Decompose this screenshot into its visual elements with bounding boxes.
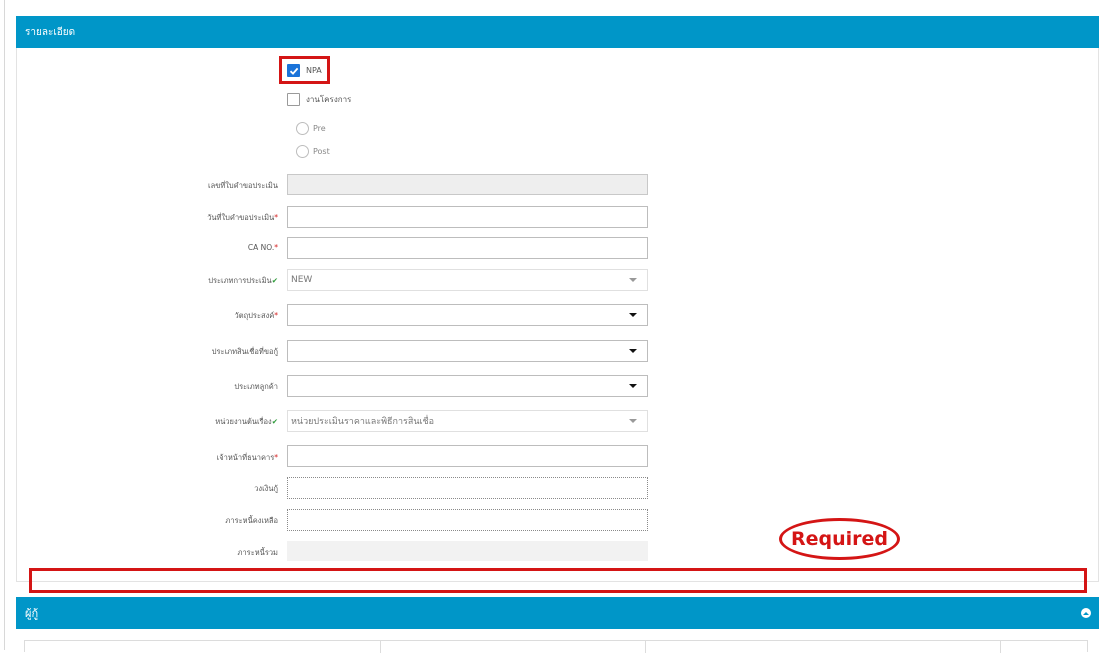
required-annotation: Required [779,518,900,560]
radio-pre[interactable]: Pre [296,122,326,135]
chevron-down-icon [629,313,637,317]
collapse-icon[interactable] [1081,608,1091,618]
label-appraisal-type: ประเภทการประเมิน✔ [208,276,278,285]
checkbox-project-label: งานโครงการ [306,95,352,104]
radio-post-icon[interactable] [296,145,309,158]
label-remaining-debt: ภาระหนี้คงเหลือ [225,516,278,525]
label-origin-unit: หน่วยงานต้นเรื่อง✔ [215,417,278,426]
valid-check-icon: ✔ [271,276,278,285]
label-bank-officer: เจ้าหน้าที่ธนาคาร* [216,453,278,462]
total-debt-input [287,541,648,561]
radio-post[interactable]: Post [296,145,330,158]
remaining-debt-input[interactable] [287,509,648,531]
label-loan-limit: วงเงินกู้ [254,484,278,493]
customer-type-select[interactable] [287,375,648,397]
credit-type-select[interactable] [287,340,648,362]
label-request-date: วันที่ใบคำขอประเมิน* [207,213,278,222]
label-objective: วัตถุประสงค์* [234,311,278,320]
bank-officer-input[interactable] [287,445,648,467]
chevron-down-icon [629,384,637,388]
detail-panel-header: รายละเอียด [16,16,1099,48]
table-column-divider [645,641,646,653]
chevron-down-icon [629,419,637,423]
label-total-debt: ภาระหนี้รวม [237,548,278,557]
required-highlight-box [29,568,1087,593]
table-column-divider [1000,641,1001,653]
chevron-down-icon [629,349,637,353]
chevron-down-icon [629,278,637,282]
detail-panel-title: รายละเอียด [25,26,76,38]
ca-no-input[interactable] [287,237,648,259]
borrower-panel: ผู้กู้ [16,597,1099,653]
origin-unit-select[interactable]: หน่วยประเมินราคาและพิธีการสินเชื่อ [287,410,648,432]
radio-post-label: Post [313,147,330,156]
request-no-input [287,174,648,195]
label-customer-type: ประเภทลูกค้า [234,382,278,391]
radio-pre-label: Pre [313,124,326,133]
request-date-input[interactable] [287,206,648,228]
label-ca-no: CA NO.* [247,243,278,252]
appraisal-type-select[interactable]: NEW [287,269,648,291]
label-request-no: เลขที่ใบคำขอประเมิน [208,181,278,190]
borrower-panel-title: ผู้กู้ [25,607,39,620]
checkbox-unchecked-icon[interactable] [287,93,300,106]
page-left-border [4,0,5,650]
valid-check-icon: ✔ [271,417,278,426]
npa-highlight-box [279,56,330,84]
borrower-panel-header: ผู้กู้ [16,597,1099,629]
radio-pre-icon[interactable] [296,122,309,135]
checkbox-project[interactable]: งานโครงการ [287,93,351,106]
table-column-divider [380,641,381,653]
objective-select[interactable] [287,304,648,326]
label-credit-type: ประเภทสินเชื่อที่ขอกู้ [211,347,278,356]
borrower-table [24,640,1088,653]
loan-limit-input[interactable] [287,477,648,499]
